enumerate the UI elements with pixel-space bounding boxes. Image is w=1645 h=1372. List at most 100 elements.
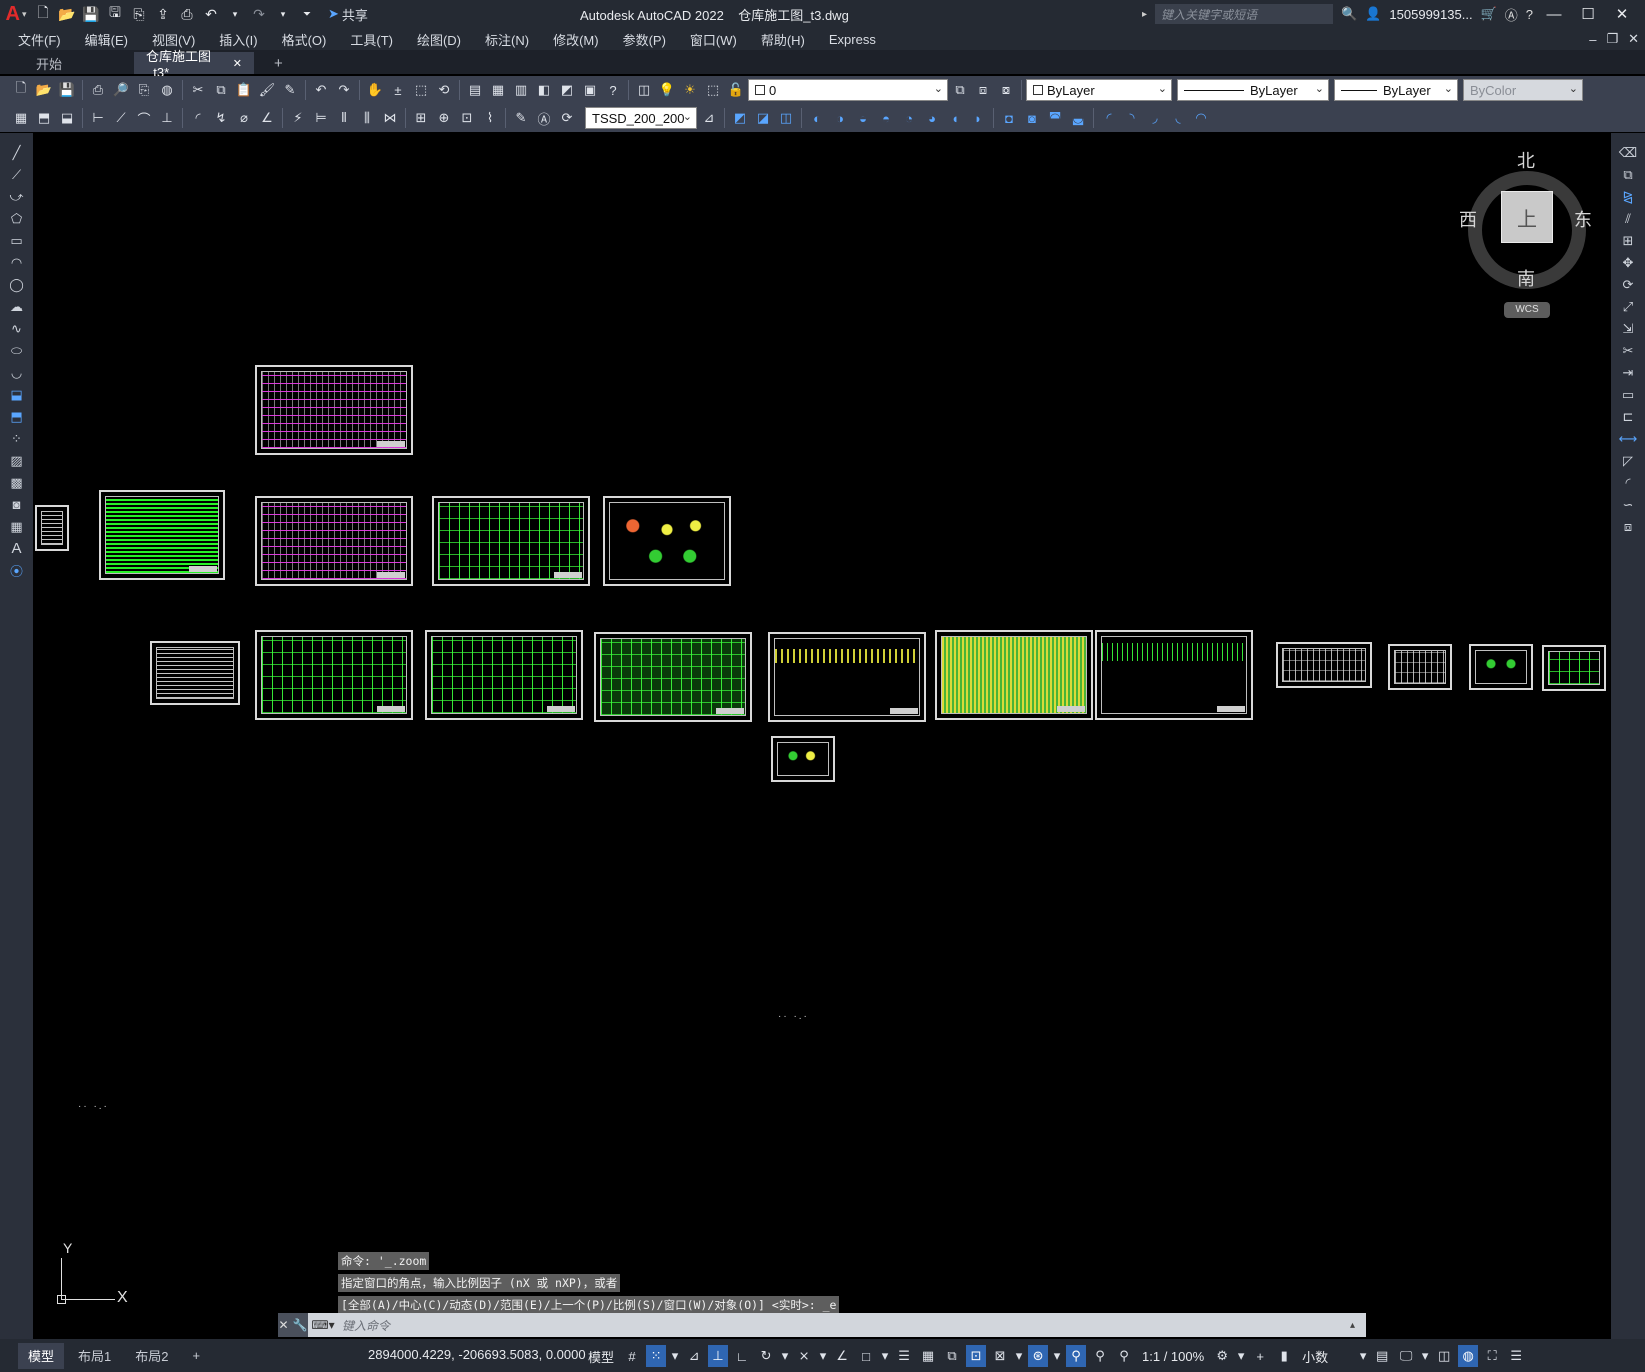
polar-dropdown-icon[interactable]: ▾ [780, 1345, 790, 1367]
layer-properties-icon[interactable]: ◫ [633, 79, 655, 101]
offset-icon[interactable]: ⫽ [1617, 209, 1639, 228]
help-toolbar-icon[interactable]: ? [602, 79, 624, 101]
aligned-dimension-icon[interactable]: ⟋ [110, 107, 132, 129]
graphics-dropdown-icon[interactable]: ▾ [1420, 1345, 1430, 1367]
compass-west[interactable]: 西 [1459, 206, 1477, 232]
open-from-web-icon[interactable]: ⎘ [128, 3, 150, 25]
close-command-line-icon[interactable]: ✕ [278, 1318, 288, 1332]
isodraft-dropdown-icon[interactable]: ▾ [818, 1345, 828, 1367]
ortho-icon[interactable]: ∟ [732, 1345, 752, 1367]
menu-draw[interactable]: 绘图(D) [417, 30, 461, 49]
dimension-style-dropdown[interactable]: TSSD_200_200 ⌄ [585, 107, 697, 129]
explode-icon[interactable]: ⧈ [1617, 517, 1639, 536]
menu-help[interactable]: 帮助(H) [761, 30, 805, 49]
insert-table-icon[interactable]: ▦ [10, 107, 32, 129]
region-icon[interactable]: ◙ [6, 495, 28, 514]
arc-icon[interactable]: ◠ [6, 253, 28, 272]
auto-scale-icon[interactable]: ⚲ [1090, 1345, 1110, 1367]
revision-cloud-icon[interactable]: ☁ [6, 297, 28, 316]
cut-icon[interactable]: ✂ [187, 79, 209, 101]
drawing-sheet[interactable] [99, 490, 225, 580]
block-editor-icon[interactable]: ✎ [279, 79, 301, 101]
cart-icon[interactable]: 🛒 [1481, 6, 1497, 22]
drawing-sheet[interactable] [425, 630, 583, 720]
grid-icon[interactable]: # [622, 1345, 642, 1367]
polyline-icon[interactable]: ⤻ [6, 187, 28, 206]
layer-states-icon[interactable]: ⧇ [995, 79, 1017, 101]
hardware-acceleration-icon[interactable]: ◍ [1458, 1345, 1479, 1367]
view-cube[interactable]: 上 北 南 西 东 WCS [1432, 143, 1611, 323]
ordinate-dimension-icon[interactable]: ⊥ [156, 107, 178, 129]
redo-toolbar-icon[interactable]: ↷ [333, 79, 355, 101]
command-line-handle[interactable]: ✕ 🔧 [278, 1313, 308, 1337]
close-window-button[interactable]: ✕ [1609, 5, 1635, 23]
tolerance-icon[interactable]: ⊞ [410, 107, 432, 129]
continue-dimension-icon[interactable]: ⫴ [333, 107, 355, 129]
union-icon[interactable]: ◒ [852, 107, 874, 129]
save-file-icon[interactable]: 💾 [56, 79, 78, 101]
customize-qat-icon[interactable]: ⏷ [296, 3, 318, 25]
gradient-icon[interactable]: ▩ [6, 473, 28, 492]
clean-icon[interactable]: ◟ [1167, 107, 1189, 129]
compass-south[interactable]: 南 [1517, 265, 1535, 291]
new-tab-button[interactable]: + [274, 52, 283, 74]
inspection-icon[interactable]: ⊡ [456, 107, 478, 129]
linear-dimension-icon[interactable]: ⊢ [87, 107, 109, 129]
lineweight-icon[interactable]: ☰ [894, 1345, 914, 1367]
spline-icon[interactable]: ∿ [6, 319, 28, 338]
extrude-icon[interactable]: ◩ [729, 107, 751, 129]
offset-edge-icon[interactable]: ◛ [1067, 107, 1089, 129]
drawing-sheet[interactable] [1542, 645, 1606, 691]
circle-icon[interactable]: ◯ [6, 275, 28, 294]
paste-icon[interactable]: 📋 [233, 79, 255, 101]
doc-minimize-button[interactable]: – [1589, 32, 1596, 47]
menu-window[interactable]: 窗口(W) [690, 30, 737, 49]
zoom-realtime-icon[interactable]: ± [387, 79, 409, 101]
tab-layout2[interactable]: 布局2 [125, 1343, 178, 1369]
qnew-icon[interactable]: 🗋 [10, 79, 32, 101]
interfere-icon[interactable]: ◗ [967, 107, 989, 129]
tab-layout1[interactable]: 布局1 [68, 1343, 121, 1369]
point-icon[interactable]: ⁘ [6, 429, 28, 448]
doc-close-button[interactable]: ✕ [1628, 31, 1639, 47]
open-icon[interactable]: 📂 [56, 3, 78, 25]
properties-icon[interactable]: ▤ [464, 79, 486, 101]
application-menu-button[interactable]: A ▾ [0, 0, 32, 28]
units-icon[interactable]: ▮ [1274, 1345, 1294, 1367]
drawing-sheet[interactable] [768, 632, 926, 722]
design-center-icon[interactable]: ▦ [487, 79, 509, 101]
dimension-edit-icon[interactable]: ✎ [510, 107, 532, 129]
save-to-web-icon[interactable]: ⇪ [152, 3, 174, 25]
rectangle-icon[interactable]: ▭ [6, 231, 28, 250]
quick-properties-icon[interactable]: ▤ [1372, 1345, 1392, 1367]
drawing-sheet[interactable] [1276, 642, 1372, 688]
tab-model[interactable]: 模型 [18, 1342, 65, 1369]
object-snap-dropdown-icon[interactable]: ▾ [880, 1345, 890, 1367]
redo-dropdown-icon[interactable]: ▾ [272, 3, 294, 25]
loft-icon[interactable]: ◑ [829, 107, 851, 129]
snap-mode-icon[interactable]: ⁙ [646, 1345, 667, 1367]
new-icon[interactable]: 🗋 [32, 3, 54, 25]
insert-block-icon[interactable]: ⬓ [6, 385, 28, 404]
scale-icon[interactable]: ⤢ [1617, 297, 1639, 316]
polar-tracking-icon[interactable]: ↻ [756, 1345, 776, 1367]
array-icon[interactable]: ⊞ [1617, 231, 1639, 250]
drawing-sheet[interactable] [255, 496, 413, 586]
maximize-button[interactable]: ☐ [1575, 5, 1601, 23]
add-layout-button[interactable]: + [182, 1343, 210, 1369]
dimension-space-icon[interactable]: ⫼ [356, 107, 378, 129]
infer-constraints-icon[interactable]: ⊿ [684, 1345, 704, 1367]
section-plane-icon[interactable]: ◖ [944, 107, 966, 129]
linetype-dropdown[interactable]: ByLayer ⌄ [1177, 79, 1329, 101]
save-icon[interactable]: 💾 [80, 3, 102, 25]
drawing-sheet[interactable] [935, 630, 1093, 720]
annotation-visibility-icon[interactable]: ⚲ [1066, 1345, 1087, 1367]
line-icon[interactable]: ╱ [6, 143, 28, 162]
sheet-set-icon[interactable]: ◧ [533, 79, 555, 101]
graphics-performance-icon[interactable]: 🖵 [1396, 1345, 1416, 1367]
compass-east[interactable]: 东 [1574, 206, 1592, 232]
rotate-icon[interactable]: ⟳ [1617, 275, 1639, 294]
blend-curves-icon[interactable]: ∽ [1617, 495, 1639, 514]
fillet-edge-icon[interactable]: ◘ [998, 107, 1020, 129]
drawing-canvas[interactable]: ·· ·.· ·· ·.· 上 北 南 西 东 WCS [33, 133, 1611, 1339]
